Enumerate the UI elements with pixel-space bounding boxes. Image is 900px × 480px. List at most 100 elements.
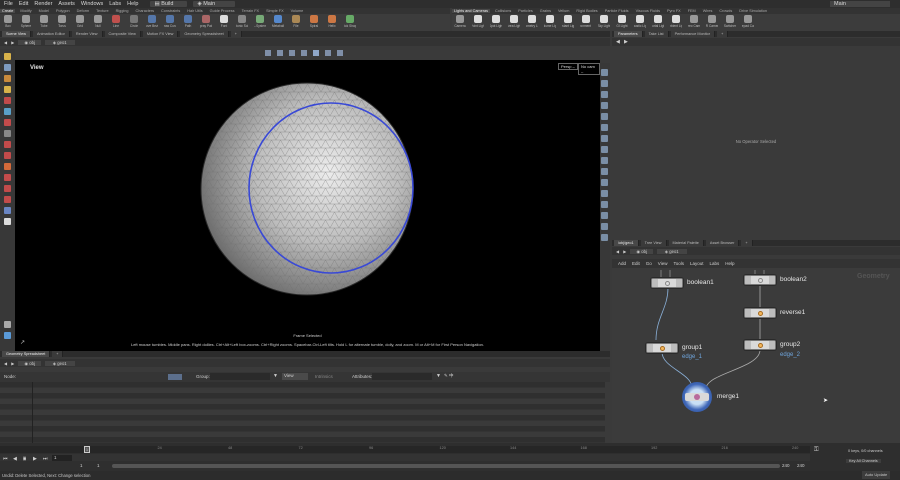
shelf-tab-left-4[interactable]: Deform [75, 9, 91, 13]
forward-arrow-icon[interactable]: ▶ [11, 40, 14, 45]
range-end2-field[interactable]: 240 [797, 463, 805, 468]
shelf-tool-right-16[interactable]: Gamepad Camera [742, 15, 754, 28]
node-boolean1[interactable] [651, 278, 683, 288]
render-region-icon[interactable] [4, 207, 11, 214]
tab-asset-browser[interactable]: Asset Browser [705, 240, 740, 246]
shelf-tab-left-5[interactable]: Texture [94, 9, 110, 13]
network-menu-tools[interactable]: Tools [673, 261, 684, 266]
node-reverse1[interactable] [744, 308, 776, 318]
range-end-field[interactable]: 240 [782, 463, 790, 468]
auto-update-button[interactable]: Auto Update [862, 471, 891, 479]
shelf-tool-right-8[interactable]: Sky Light [598, 15, 610, 28]
tab-parameters[interactable]: Parameters [614, 31, 643, 37]
network-context[interactable]: ◉ obj [630, 248, 653, 254]
display-option-icon[interactable] [601, 223, 608, 230]
shelf-tool-right-7[interactable]: Environment Light [580, 15, 592, 28]
shelf-tool-left-12[interactable]: Font [218, 15, 230, 28]
shelf-tool-left-9[interactable]: Draw Curve [164, 15, 176, 28]
number-format-icon[interactable]: ✎ 中 [444, 373, 454, 379]
rotate-tool-icon[interactable] [4, 86, 11, 93]
shelf-tool-right-10[interactable]: Caustic Light [634, 15, 646, 28]
network-menu-add[interactable]: Add [618, 261, 626, 266]
network-menu-help[interactable]: Help [725, 261, 734, 266]
snap-icon[interactable] [265, 50, 271, 56]
shelf-tool-left-18[interactable]: Helix [326, 15, 338, 28]
display-option-icon[interactable] [601, 69, 608, 76]
pose-tool-icon[interactable] [4, 108, 11, 115]
node-group1[interactable] [646, 343, 678, 353]
shelf-tool-right-11[interactable]: Portal Light [652, 15, 664, 28]
shelf-tab-left-9[interactable]: Hair Utils [185, 9, 204, 13]
3d-viewport[interactable]: View Persp – No cam – Frame Selected Lef… [15, 60, 600, 351]
display-option-icon[interactable] [601, 201, 608, 208]
shelf-tab-right-0[interactable]: Lights and Cameras [452, 9, 490, 13]
display-option-icon[interactable] [601, 190, 608, 197]
tab-network-path[interactable]: /obj/geo1 [614, 240, 639, 246]
timeline-ruler[interactable]: 1 24 48 72 96 120 144 168 192 216 240 [0, 446, 810, 453]
wire-icon[interactable] [337, 50, 343, 56]
tab-take-list[interactable]: Take List [644, 31, 669, 37]
shelf-tab-right-1[interactable]: Collisions [493, 9, 513, 13]
network-node[interactable]: ◈ geo1 [656, 248, 687, 254]
network-menu-layout[interactable]: Layout [690, 261, 704, 266]
shelf-tool-left-5[interactable]: Null [92, 15, 104, 28]
group-field[interactable] [210, 373, 270, 380]
select-tool-icon[interactable] [4, 53, 11, 60]
attributes-field[interactable] [372, 373, 432, 380]
shelf-tool-right-13[interactable]: Stereo Camera [688, 15, 700, 28]
handle-icon[interactable] [289, 50, 295, 56]
brush-tool-icon[interactable] [4, 141, 11, 148]
menu-help[interactable]: Help [127, 1, 138, 7]
shelf-tab-right-8[interactable]: Pyro FX [665, 9, 683, 13]
shelf-tool-left-16[interactable]: File [290, 15, 302, 28]
shelf-tool-right-3[interactable]: Area Light [508, 15, 520, 28]
shelf-tool-left-13[interactable]: Platonic Solids [236, 15, 248, 28]
shelf-tab-right-2[interactable]: Particles [516, 9, 535, 13]
network-forward-icon[interactable]: ▶ [623, 249, 626, 254]
shelf-tool-right-14[interactable]: VR Camera [706, 15, 718, 28]
scene-select-right[interactable]: Main [830, 1, 890, 7]
shelf-tab-right-11[interactable]: Crowds [717, 9, 734, 13]
group-filter-icon[interactable]: ▼ [273, 373, 278, 379]
path-node[interactable]: ◈ geo1 [44, 39, 75, 45]
select-arrow-icon[interactable] [4, 64, 11, 71]
shelf-tab-left-3[interactable]: Polygon [54, 9, 72, 13]
display-option-icon[interactable] [601, 212, 608, 219]
display-option-icon[interactable] [601, 135, 608, 142]
shelf-tab-right-3[interactable]: Grains [538, 9, 553, 13]
shelf-tab-left-6[interactable]: Rigging [114, 9, 131, 13]
params-forward-icon[interactable]: ▶ [624, 39, 628, 45]
shelf-tool-left-15[interactable]: Metaball [272, 15, 284, 28]
shelf-tool-right-2[interactable]: Spot Light [490, 15, 502, 28]
range-slider[interactable] [112, 464, 780, 468]
spreadsheet-back-icon[interactable]: ◀ [4, 361, 7, 366]
lasso-tool-icon[interactable] [4, 218, 11, 225]
shelf-tool-right-15[interactable]: Switcher [724, 15, 736, 28]
menu-assets[interactable]: Assets [58, 1, 75, 7]
display-option-icon[interactable] [601, 80, 608, 87]
view-dropdown[interactable]: View [282, 373, 308, 380]
edit-tool-icon[interactable] [4, 174, 11, 181]
tab-performance-monitor[interactable]: Performance Monitor [670, 31, 716, 37]
shelf-tab-left-0[interactable]: Create [0, 9, 16, 13]
shelf-tool-left-19[interactable]: Quick Shapes [344, 15, 356, 28]
grid-snap-icon[interactable] [301, 50, 307, 56]
display-option-icon[interactable] [601, 113, 608, 120]
shelf-tab-right-7[interactable]: Viscous Fluids [634, 9, 662, 13]
shelf-tool-left-4[interactable]: Grid [74, 15, 86, 28]
scene-select[interactable]: ◈ Main [193, 1, 236, 7]
key-icon[interactable]: ⚿ [814, 447, 819, 454]
shelf-tab-right-12[interactable]: Drive Simulation [737, 9, 769, 13]
attributes-filter-icon[interactable]: ▼ [436, 373, 441, 379]
tab-render-view[interactable]: Render View [71, 31, 103, 37]
shelf-tool-left-7[interactable]: Circle [128, 15, 140, 28]
display-option-icon[interactable] [601, 168, 608, 175]
node-group2[interactable] [744, 340, 776, 350]
settings-tool-icon[interactable] [4, 321, 11, 328]
params-back-icon[interactable]: ◀ [616, 39, 620, 45]
tab-animation-editor[interactable]: Animation Editor [32, 31, 70, 37]
node-merge1[interactable] [682, 382, 712, 412]
menu-windows[interactable]: Windows [81, 1, 103, 7]
tab-geometry-spreadsheet[interactable]: Geometry Spreadsheet [180, 31, 229, 37]
add-tab-params-icon[interactable]: + [717, 31, 729, 37]
